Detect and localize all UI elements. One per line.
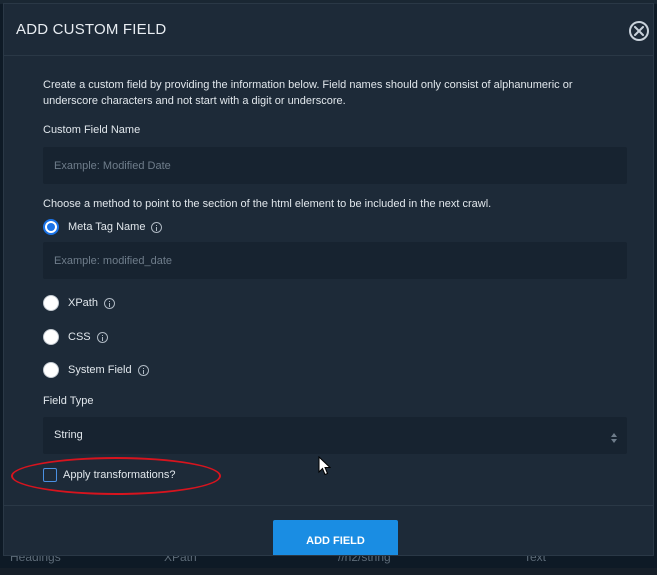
apply-transformations-checkbox[interactable]: [43, 468, 57, 482]
radio-label: Meta Tag Name: [68, 221, 146, 233]
sort-arrows-icon: [611, 430, 617, 448]
radio-label: System Field: [68, 364, 132, 376]
meta-tag-name-input[interactable]: [43, 242, 627, 279]
radio-label: CSS: [68, 331, 91, 343]
radio-meta-tag-name[interactable]: Meta Tag Name: [43, 218, 163, 236]
field-type-value: String: [54, 429, 83, 441]
modal-header: ADD CUSTOM FIELD: [4, 4, 653, 56]
method-prompt: Choose a method to point to the section …: [43, 198, 492, 210]
radio-xpath[interactable]: XPath: [43, 294, 115, 312]
radio-button-selected[interactable]: [43, 219, 59, 235]
info-icon[interactable]: [151, 221, 163, 233]
add-custom-field-modal: ADD CUSTOM FIELD Create a custom field b…: [3, 3, 654, 556]
modal-title: ADD CUSTOM FIELD: [16, 21, 167, 38]
background-footer-strip: [0, 568, 657, 575]
radio-system-field[interactable]: System Field: [43, 361, 149, 379]
custom-field-name-input[interactable]: [43, 147, 627, 184]
intro-text: Create a custom field by providing the i…: [43, 79, 573, 107]
field-type-select[interactable]: String: [43, 417, 627, 454]
info-icon[interactable]: [137, 364, 149, 376]
add-field-button[interactable]: ADD FIELD: [273, 520, 398, 555]
info-icon[interactable]: [103, 297, 115, 309]
apply-transformations-option[interactable]: Apply transformations?: [43, 468, 176, 482]
footer-divider: [4, 505, 653, 506]
radio-label: XPath: [68, 297, 98, 309]
info-icon[interactable]: [96, 331, 108, 343]
radio-button[interactable]: [43, 295, 59, 311]
field-type-label: Field Type: [43, 395, 94, 407]
radio-button[interactable]: [43, 329, 59, 345]
custom-field-name-label: Custom Field Name: [43, 124, 141, 136]
close-icon[interactable]: [629, 21, 649, 41]
apply-transformations-label: Apply transformations?: [63, 469, 176, 481]
radio-button[interactable]: [43, 362, 59, 378]
radio-css[interactable]: CSS: [43, 328, 108, 346]
